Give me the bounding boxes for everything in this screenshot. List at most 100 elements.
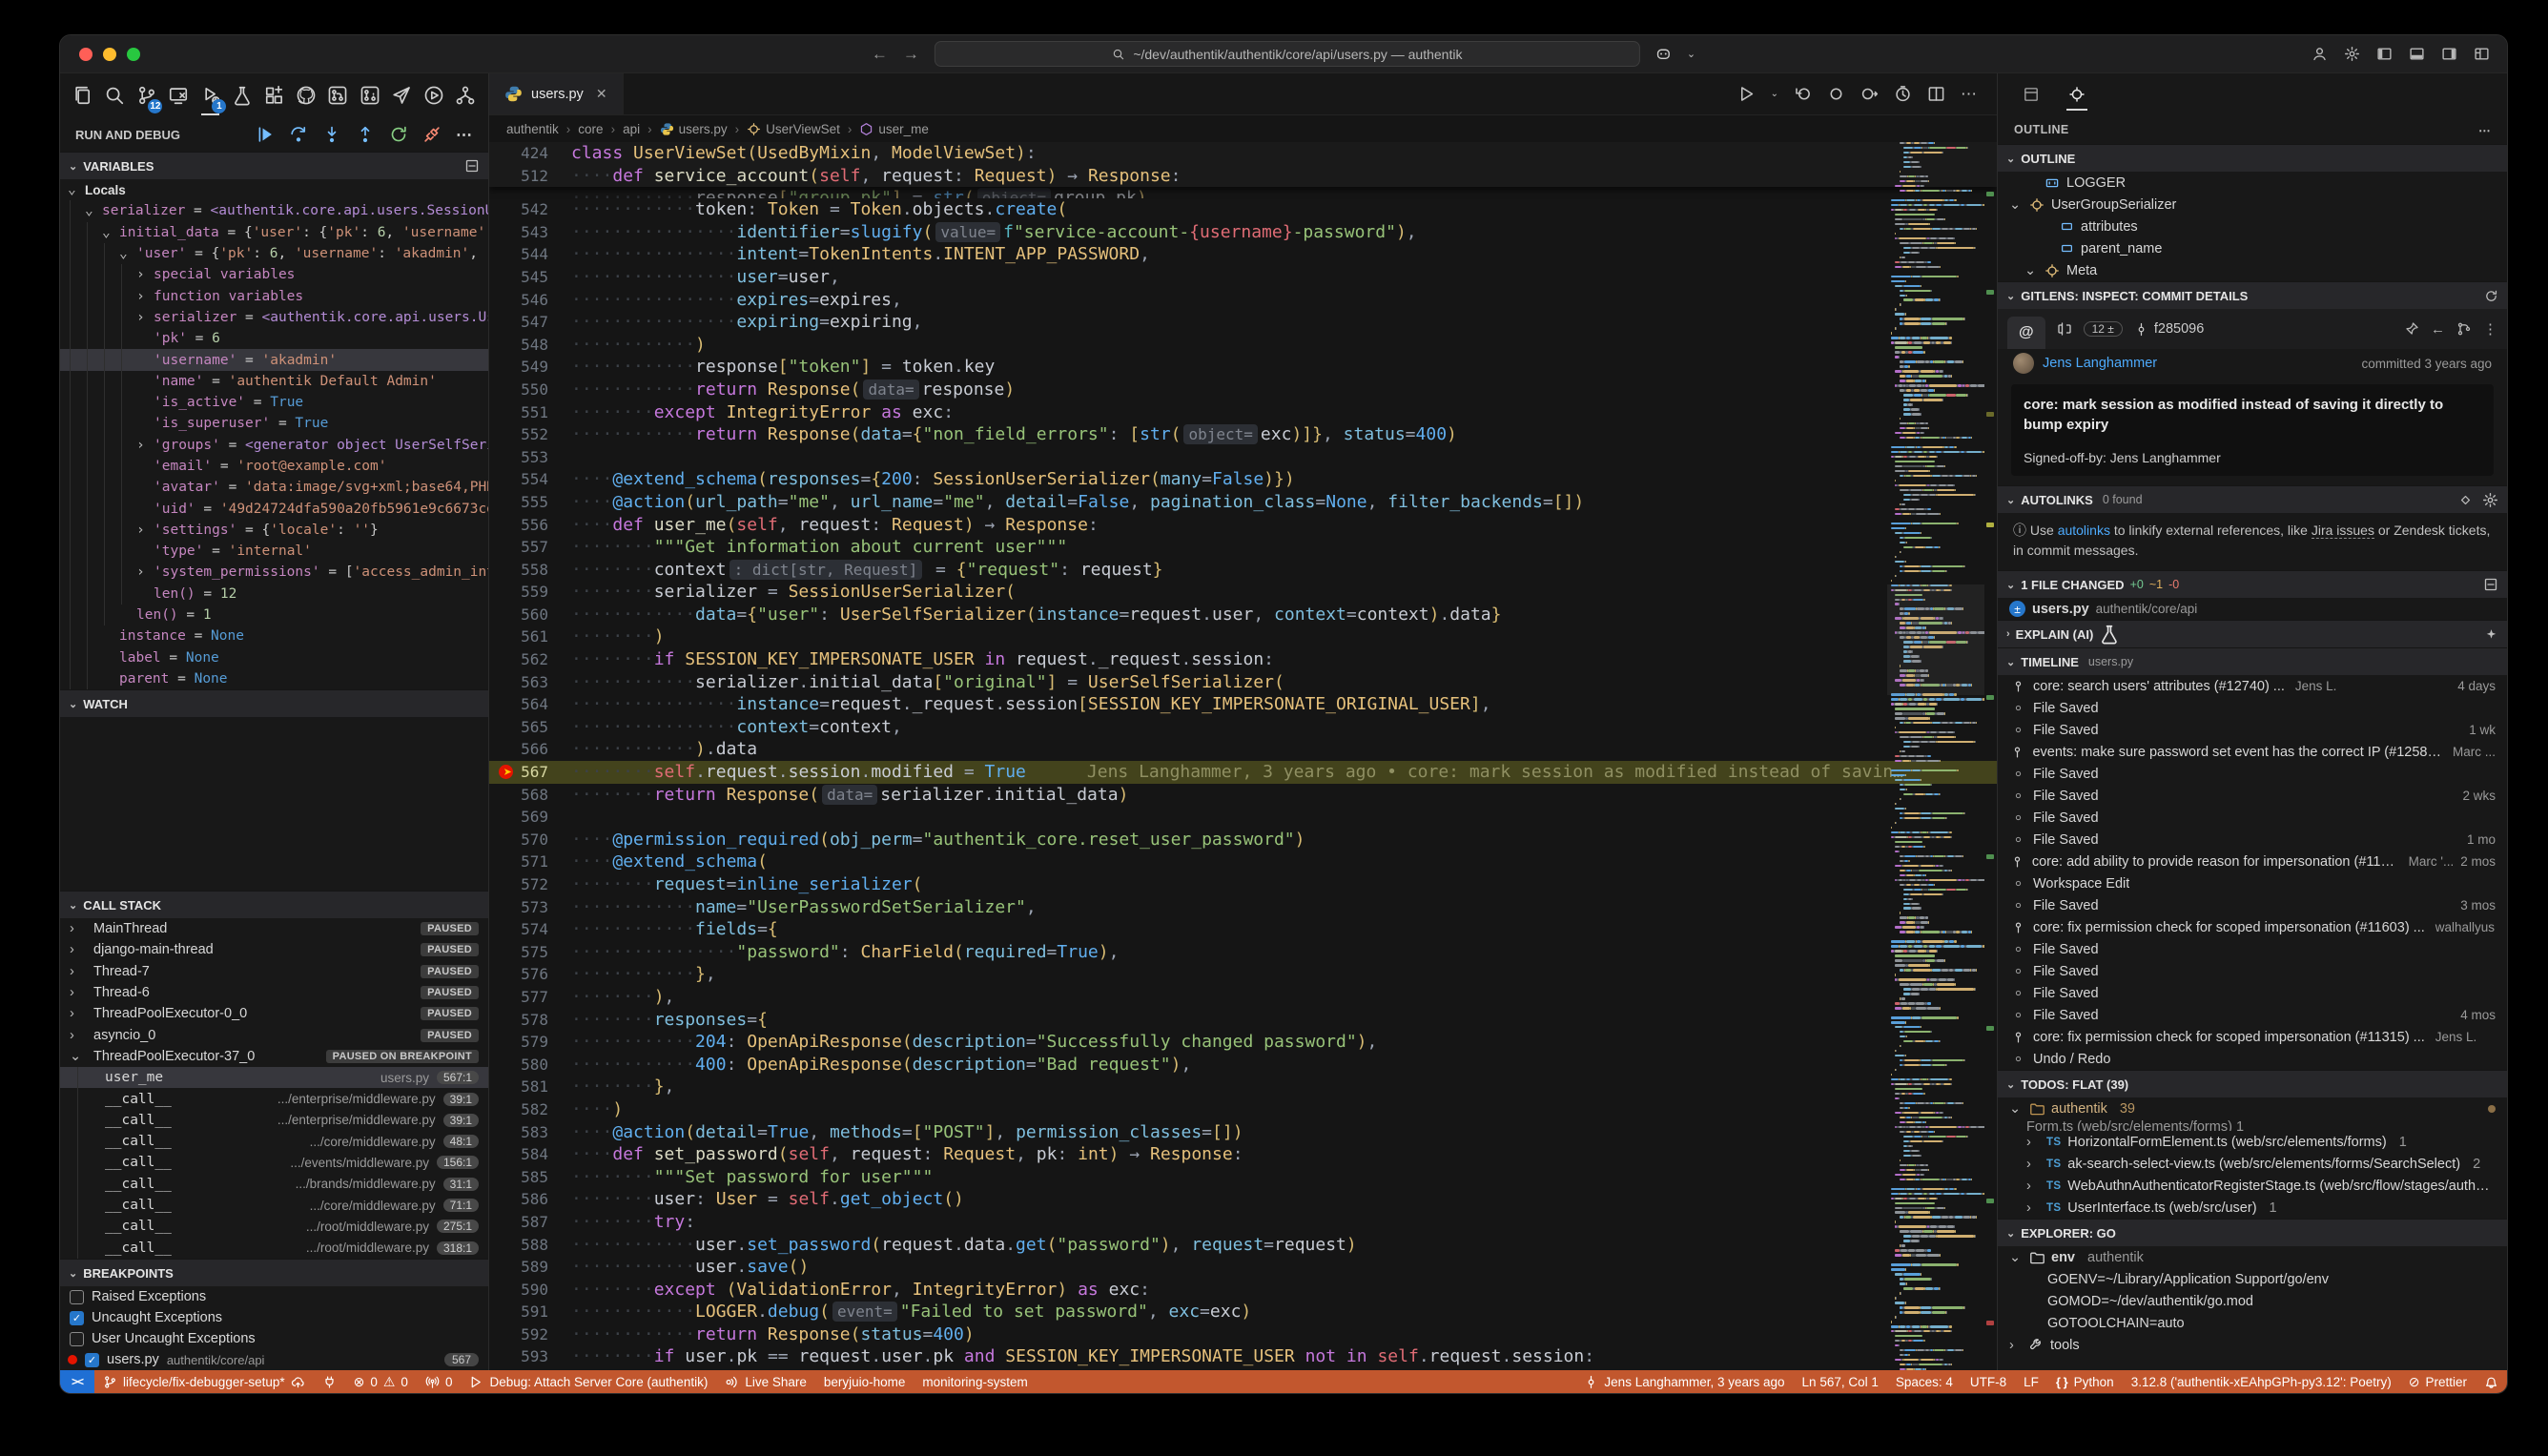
section-header-todos-flat-39-[interactable]: ⌄TODOS: FLAT (39) (1998, 1070, 2507, 1097)
code-line[interactable]: 575················"password": CharField… (489, 941, 1997, 964)
breadcrumb-item-userviewset[interactable]: UserViewSet (747, 122, 840, 136)
todos-item-partial[interactable]: Form.ts (web/src/elements/forms) 1 (1998, 1119, 2507, 1131)
editor-action-split-editor-icon[interactable] (1927, 85, 1945, 103)
account-icon[interactable] (2312, 46, 2328, 62)
author-link[interactable]: Jens Langhammer (2043, 356, 2157, 371)
breakpoint-checkbox[interactable]: ✓ (70, 1311, 84, 1325)
code-line[interactable]: 550············return Response(data=resp… (489, 379, 1997, 401)
status-item-lf[interactable]: LF (2015, 1370, 2047, 1393)
variable-row[interactable]: 'username' = 'akadmin' (60, 349, 488, 370)
gear-icon[interactable] (2344, 46, 2360, 62)
activity-item-play-circle[interactable] (421, 81, 446, 111)
breadcrumb-item-core[interactable]: core (578, 122, 603, 136)
variables-section-header[interactable]: ⌄ VARIABLES (60, 152, 488, 179)
timeline-item[interactable]: File Saved2 wks (1998, 785, 2507, 807)
status-item-debug-attach-server-core-authe[interactable]: Debug: Attach Server Core (authentik) (461, 1370, 716, 1393)
variable-row[interactable]: ›'groups' = <generator object UserSelfSe… (60, 435, 488, 456)
code-line[interactable]: 572········request=inline_serializer( (489, 873, 1997, 896)
editor-action-more-icon[interactable]: ⋯ (1961, 86, 1978, 102)
go-env-row[interactable]: ⌄envauthentik (1998, 1246, 2507, 1268)
variable-row[interactable]: 'avatar' = 'data:image/svg+xml;base64,PH… (60, 477, 488, 498)
layout-custom-icon[interactable] (2474, 46, 2490, 62)
editor-action-reverse-continue-icon[interactable] (1794, 85, 1812, 103)
variable-row[interactable]: 'name' = 'authentik Default Admin' (60, 371, 488, 392)
status-item-plug[interactable] (314, 1370, 345, 1393)
call-stack-thread[interactable]: ›django-main-threadPAUSED (60, 939, 488, 960)
code-line[interactable]: 552············return Response(data={"no… (489, 423, 1997, 446)
code-line[interactable]: 580············400: OpenApiResponse(desc… (489, 1054, 1997, 1077)
gitlens-tab[interactable]: @ (2007, 317, 2045, 349)
outline-item[interactable]: LOGGER (1998, 172, 2507, 194)
go-tools-row[interactable]: ›tools (1998, 1334, 2507, 1356)
timeline-item[interactable]: Undo / Redo (1998, 1048, 2507, 1070)
breakpoint-checkbox[interactable] (70, 1332, 84, 1346)
status-item-live-share[interactable]: Live Share (716, 1370, 815, 1393)
variable-row[interactable]: ›function variables (60, 285, 488, 306)
status-item-prettier[interactable]: ⊘Prettier (2400, 1370, 2476, 1393)
copilot-icon[interactable] (1655, 46, 1672, 62)
breakpoint-checkbox[interactable] (70, 1290, 84, 1304)
collapse-all-icon[interactable] (464, 158, 480, 174)
variable-row[interactable]: ›special variables (60, 264, 488, 285)
chevron-down-icon[interactable]: ⌄ (1771, 89, 1778, 99)
diamond-icon[interactable] (2458, 492, 2473, 508)
breakpoint-row[interactable]: ✓Uncaught Exceptions (60, 1307, 488, 1328)
code-line[interactable]: 557········"""Get information about curr… (489, 536, 1997, 559)
code-line[interactable]: 563············serializer.initial_data["… (489, 671, 1997, 694)
minimap[interactable] (1887, 142, 1984, 1370)
code-line[interactable]: 591············LOGGER.debug(event="Faile… (489, 1301, 1997, 1323)
code-line[interactable]: 568········return Response(data=serializ… (489, 784, 1997, 807)
code-line[interactable]: 561········) (489, 625, 1997, 648)
code-line[interactable]: 549············response["token"] = token… (489, 356, 1997, 379)
outline-item[interactable]: attributes (1998, 215, 2507, 237)
code-line[interactable]: 542············token: Token = Token.obje… (489, 198, 1997, 221)
code-line[interactable]: 577········), (489, 986, 1997, 1009)
call-stack-frame[interactable]: __call__.../brands/middleware.py31:1 (60, 1174, 488, 1195)
call-stack-thread[interactable]: ›ThreadPoolExecutor-0_0PAUSED (60, 1003, 488, 1024)
call-stack-frame[interactable]: __call__.../root/middleware.py275:1 (60, 1216, 488, 1237)
breadcrumb[interactable]: authentik›core›api›users.py›UserViewSet›… (489, 115, 1997, 142)
status-item-beryjuio-home[interactable]: beryjuio-home (815, 1370, 914, 1393)
code-line[interactable]: 583····@action(detail=True, methods=["PO… (489, 1121, 1997, 1144)
section-header-gitlens-inspect-commit-details[interactable]: ⌄GITLENS: INSPECT: COMMIT DETAILS (1998, 281, 2507, 309)
timeline-item[interactable]: File Saved (1998, 763, 2507, 785)
variable-row[interactable]: 'is_superuser' = True (60, 413, 488, 434)
variable-row[interactable]: ›'system_permissions' = ['access_admin_i… (60, 562, 488, 583)
code-line[interactable]: 559········serializer = SessionUserSeria… (489, 581, 1997, 604)
code-line[interactable]: 512····def service_account(self, request… (489, 165, 1997, 188)
todos-item[interactable]: ›TSUserInterface.ts (web/src/user)1 (1998, 1197, 2507, 1219)
code-line[interactable]: 560············data={"user": UserSelfSer… (489, 604, 1997, 626)
chevron-down-icon[interactable]: ⌄ (1687, 48, 1695, 60)
kebab-icon[interactable]: ⋮ (2483, 321, 2497, 337)
go-env-value[interactable]: GOMOD=~/dev/authentik/go.mod (1998, 1290, 2507, 1312)
status-item-spaces-4[interactable]: Spaces: 4 (1887, 1370, 1962, 1393)
variable-row[interactable]: ›'settings' = {'locale': ''} (60, 520, 488, 541)
debug-continue-icon[interactable] (256, 125, 275, 144)
timeline-item[interactable]: File Saved1 mo (1998, 829, 2507, 851)
code-line[interactable]: 582····) (489, 1098, 1997, 1121)
code-line[interactable]: 576············}, (489, 963, 1997, 986)
timeline-item[interactable]: events: make sure password set event has… (1998, 741, 2507, 763)
call-stack-thread[interactable]: ›MainThreadPAUSED (60, 918, 488, 939)
debug-step-over-icon[interactable] (289, 125, 308, 144)
tab-users-py[interactable]: users.py ✕ (489, 73, 624, 114)
activity-item-source-control[interactable]: 12 (134, 81, 159, 111)
debug-disconnect-icon[interactable] (422, 125, 442, 144)
code-line[interactable]: 554····@extend_schema(responses={200: Se… (489, 468, 1997, 491)
variable-row[interactable]: label = None (60, 647, 488, 668)
activity-item-search[interactable] (101, 81, 127, 111)
breadcrumb-item-user-me[interactable]: user_me (859, 122, 929, 136)
code-line[interactable]: 546················expires=expires, (489, 289, 1997, 312)
go-env-value[interactable]: GOENV=~/Library/Application Support/go/e… (1998, 1268, 2507, 1290)
code-line[interactable]: 551········except IntegrityError as exc: (489, 401, 1997, 424)
status-item-lifecycle-fix-debugger-setup-[interactable]: lifecycle/fix-debugger-setup* (94, 1370, 314, 1393)
activity-item-github[interactable] (293, 81, 318, 111)
timeline-item[interactable]: File Saved (1998, 807, 2507, 829)
code-line[interactable]: 569 (489, 806, 1997, 829)
status-item-ln-567-col-1[interactable]: Ln 567, Col 1 (1794, 1370, 1887, 1393)
code-line[interactable]: 548············) (489, 334, 1997, 357)
sparkle-icon[interactable] (2484, 627, 2498, 642)
code-line[interactable]: ············response["group_pk"] = str(o… (489, 187, 1997, 198)
code-line[interactable]: 588············user.set_password(request… (489, 1234, 1997, 1257)
section-header-timeline[interactable]: ⌄TIMELINEusers.py (1998, 647, 2507, 675)
